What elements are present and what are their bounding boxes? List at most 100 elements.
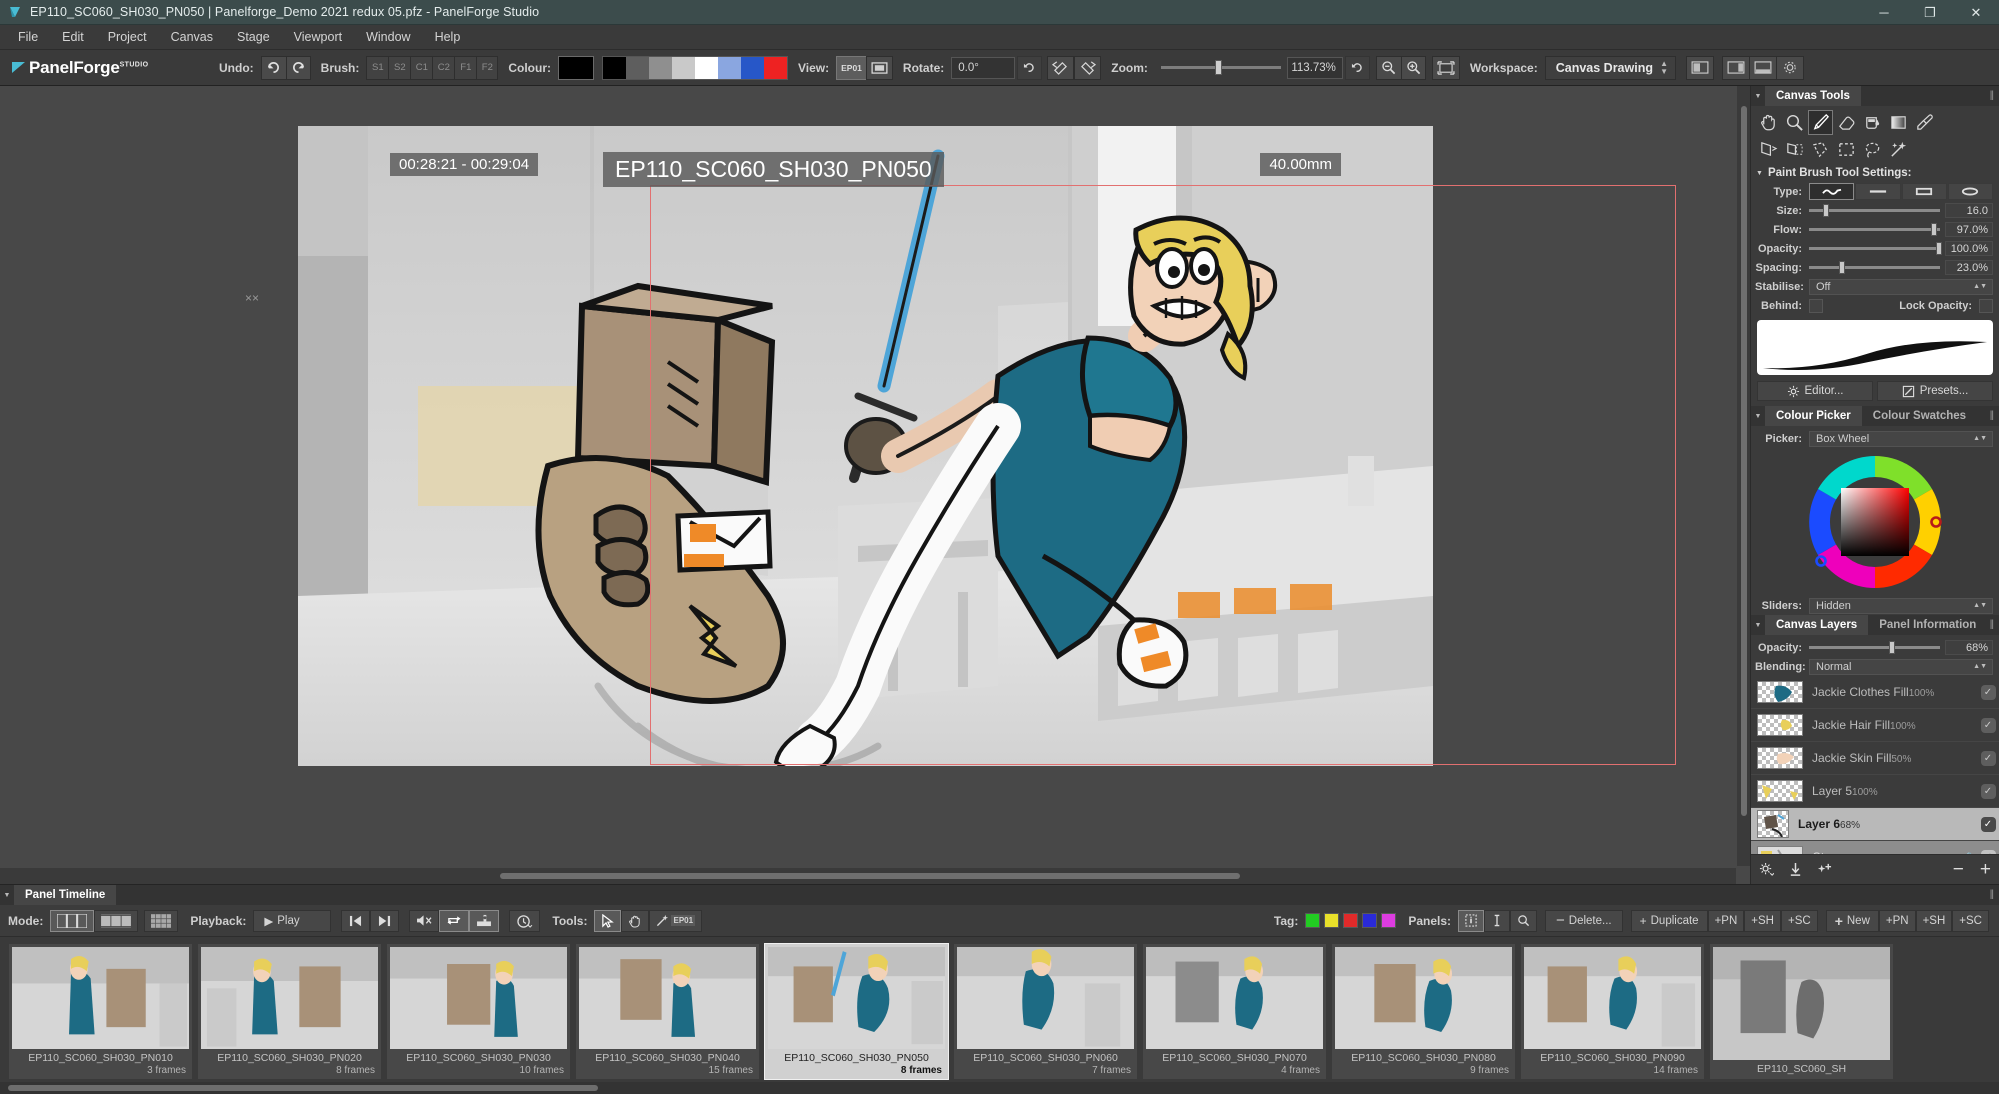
layer-visibility-toggle[interactable]: ✓: [1977, 750, 1999, 766]
eyedropper-tool-icon[interactable]: [1912, 110, 1937, 135]
spacing-slider-knob[interactable]: [1839, 261, 1846, 274]
paint-brush-tool-icon[interactable]: [1808, 110, 1833, 135]
panel-card[interactable]: EP110_SC060_SH030_PN090 14 frames: [1520, 943, 1705, 1080]
workspace-select[interactable]: Canvas Drawing ▲ ▼: [1544, 55, 1676, 80]
tag-magenta[interactable]: [1381, 913, 1397, 928]
magic-ep-icon[interactable]: EP01: [649, 909, 703, 932]
panel-card[interactable]: EP110_SC060_SH030_PN060 7 frames: [953, 943, 1138, 1080]
info-icon[interactable]: [1458, 909, 1485, 932]
brush-slot-f1[interactable]: F1: [454, 55, 477, 80]
filmstrip-scrollbar[interactable]: [0, 1082, 1999, 1094]
layer-options-gear-icon[interactable]: [1759, 862, 1774, 877]
layer-visibility-toggle[interactable]: ✓: [1977, 783, 1999, 799]
brush-slot-s1[interactable]: S1: [366, 55, 389, 80]
zoom-field[interactable]: 113.73%: [1286, 56, 1343, 79]
canvas-horizontal-scrollbar[interactable]: [0, 868, 1736, 884]
tab-panel-information[interactable]: Panel Information: [1868, 615, 1987, 635]
size-slider[interactable]: [1809, 204, 1940, 217]
toggle-right-panel-button[interactable]: [1775, 55, 1804, 80]
rect-select-tool-icon[interactable]: [1834, 137, 1859, 162]
layer-row-jackie-skin-fill[interactable]: Jackie Skin Fill50% ✓: [1751, 742, 1999, 775]
hand-icon[interactable]: [621, 909, 650, 932]
timeline-grip[interactable]: ||: [1990, 889, 1994, 900]
ramp-swatch-4[interactable]: [671, 56, 695, 79]
panel-card[interactable]: EP110_SC060_SH030_PN010 3 frames: [8, 943, 193, 1080]
loop-icon[interactable]: [439, 909, 470, 932]
ramp-swatch-7[interactable]: [740, 56, 764, 79]
flow-value[interactable]: 97.0%: [1945, 222, 1993, 237]
size-slider-knob[interactable]: [1823, 204, 1830, 217]
maximize-button[interactable]: ❐: [1907, 0, 1953, 25]
tab-canvas-tools[interactable]: Canvas Tools: [1765, 86, 1861, 106]
merge-down-icon[interactable]: [1788, 862, 1803, 877]
layer-visibility-toggle[interactable]: ✓: [1977, 816, 1999, 832]
duplicate-sh-button[interactable]: +SH: [1744, 909, 1781, 932]
tab-canvas-layers[interactable]: Canvas Layers: [1765, 615, 1869, 635]
duplicate-sc-button[interactable]: +SC: [1780, 909, 1818, 932]
lock-icon[interactable]: 🔒: [1962, 852, 1977, 855]
panel-card[interactable]: EP110_SC060_SH: [1709, 943, 1894, 1080]
spacing-slider[interactable]: [1809, 261, 1940, 274]
lock-opacity-checkbox[interactable]: [1979, 298, 1993, 313]
layers-grip[interactable]: ||: [1990, 619, 1994, 630]
timing-icon[interactable]: [509, 909, 541, 932]
duplicate-button[interactable]: + Duplicate: [1630, 909, 1708, 932]
menu-help[interactable]: Help: [423, 26, 473, 48]
menu-viewport[interactable]: Viewport: [282, 26, 354, 48]
menu-canvas[interactable]: Canvas: [159, 26, 225, 48]
new-sc-button[interactable]: +SC: [1952, 909, 1989, 932]
layer-opacity-knob[interactable]: [1888, 641, 1895, 654]
artboard[interactable]: 00:28:21 - 00:29:04 EP110_SC060_SH030_PN…: [298, 126, 1676, 766]
tag-yellow[interactable]: [1324, 913, 1340, 928]
lasso-select-tool-icon[interactable]: [1860, 137, 1885, 162]
ramp-swatch-5[interactable]: [694, 56, 718, 79]
menu-edit[interactable]: Edit: [50, 26, 96, 48]
play-button[interactable]: ▶ Play: [253, 909, 332, 932]
zoom-out-button[interactable]: [1375, 55, 1401, 80]
new-sh-button[interactable]: +SH: [1915, 909, 1953, 932]
layers-collapse-caret-icon[interactable]: ▼: [1751, 615, 1765, 635]
tab-colour-picker[interactable]: Colour Picker: [1765, 406, 1862, 426]
layer-opacity-slider[interactable]: [1809, 641, 1940, 654]
brush-opacity-value[interactable]: 100.0%: [1945, 241, 1993, 256]
zoom-slider[interactable]: [1160, 60, 1281, 75]
toggle-bottom-panel-button[interactable]: [1748, 55, 1776, 80]
rotate-left-button[interactable]: [1047, 55, 1075, 80]
layer-opacity-value[interactable]: 68%: [1945, 640, 1993, 655]
panel-card[interactable]: EP110_SC060_SH030_PN020 8 frames: [197, 943, 382, 1080]
view-ep01-button[interactable]: EP01: [836, 55, 866, 80]
behind-checkbox[interactable]: [1809, 298, 1823, 313]
magic-wand-tool-icon[interactable]: [1886, 137, 1911, 162]
canvas-horizontal-scroll-thumb[interactable]: [500, 873, 1240, 879]
panel-card[interactable]: EP110_SC060_SH030_PN080 9 frames: [1331, 943, 1516, 1080]
brush-type-rectangle-button[interactable]: [1901, 183, 1947, 200]
picker-select[interactable]: Box Wheel ▲▼: [1809, 430, 1993, 447]
hand-tool-icon[interactable]: [1756, 110, 1781, 135]
minimize-button[interactable]: ─: [1861, 0, 1907, 25]
layer-row-layer-5[interactable]: Layer 5100% ✓: [1751, 775, 1999, 808]
layers-list[interactable]: Jackie Clothes Fill100% ✓ Jackie Hair Fi…: [1751, 676, 1999, 854]
colour-wheel-graphic[interactable]: [1802, 449, 1948, 595]
filmstrip-scroll-thumb[interactable]: [8, 1085, 598, 1091]
menu-window[interactable]: Window: [354, 26, 422, 48]
layer-row-jackie-clothes-fill[interactable]: Jackie Clothes Fill100% ✓: [1751, 676, 1999, 709]
new-button[interactable]: + New: [1825, 909, 1879, 932]
colour-picker-grip[interactable]: ||: [1990, 410, 1994, 421]
rotate-right-button[interactable]: [1074, 55, 1102, 80]
layer-row-stage[interactable]: Stage60% 🔒 ✓: [1751, 841, 1999, 854]
close-button[interactable]: ✕: [1953, 0, 1999, 25]
mode-panel-view-button[interactable]: [50, 909, 95, 932]
sliders-select[interactable]: Hidden ▲▼: [1809, 597, 1993, 614]
redo-button[interactable]: [285, 55, 311, 80]
add-effect-icon[interactable]: [1817, 862, 1832, 877]
tag-green[interactable]: [1305, 913, 1321, 928]
eraser-tool-icon[interactable]: [1834, 110, 1859, 135]
tag-red[interactable]: [1343, 913, 1359, 928]
size-value[interactable]: 16.0: [1945, 203, 1993, 218]
tab-panel-timeline[interactable]: Panel Timeline: [14, 885, 117, 905]
flow-slider[interactable]: [1809, 223, 1940, 236]
canvas-vertical-scroll-thumb[interactable]: [1741, 106, 1747, 816]
tab-colour-swatches[interactable]: Colour Swatches: [1862, 406, 1977, 426]
canvas-tools-grip[interactable]: ||: [1990, 90, 1994, 101]
brush-slot-s2[interactable]: S2: [388, 55, 411, 80]
